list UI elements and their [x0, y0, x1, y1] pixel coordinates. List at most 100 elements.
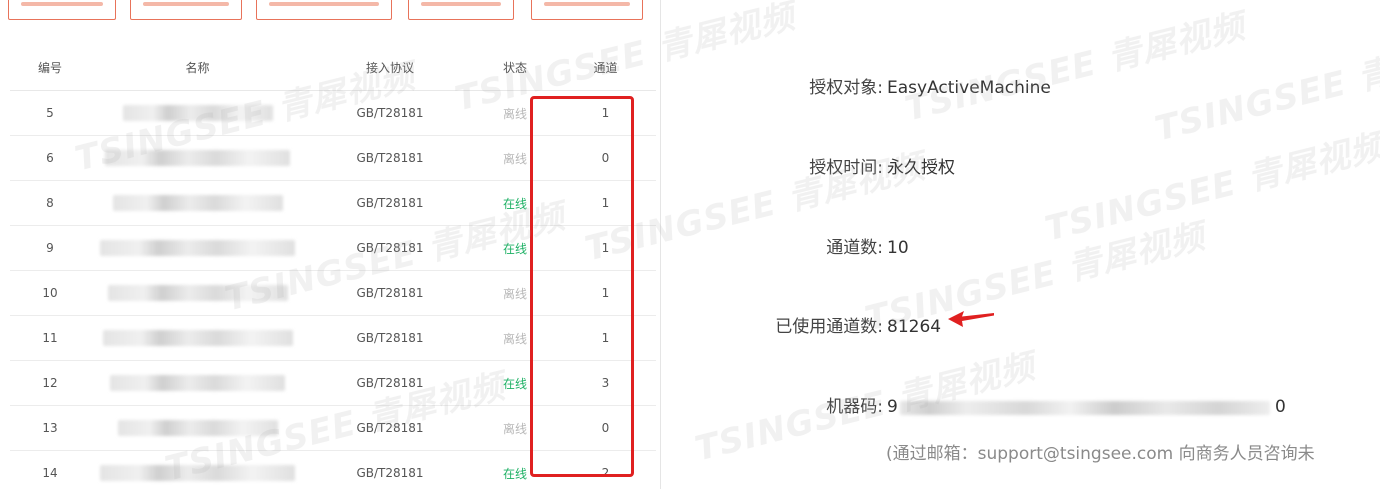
cell-id: 5 — [10, 91, 90, 136]
cell-protocol: GB/T28181 — [305, 226, 475, 271]
table-header-row: 编号 名称 接入协议 状态 通道 — [10, 44, 656, 91]
cell-id: 12 — [10, 361, 90, 406]
license-info-panel: 授权对象: EasyActiveMachine 授权时间: 永久授权 通道数: … — [660, 0, 1380, 489]
cell-name-redacted — [90, 451, 305, 495]
cell-id: 13 — [10, 406, 90, 451]
license-channels-row: 通道数: 10 — [660, 234, 1380, 262]
button-label-obscured — [421, 2, 501, 6]
table-row[interactable]: 12 GB/T28181在线3 — [10, 361, 656, 406]
license-channels-label: 通道数: — [826, 234, 883, 262]
redacted-name — [113, 195, 283, 211]
machine-code-row: 机器码: 9 0 — [660, 393, 1380, 421]
table-row[interactable]: 5 GB/T28181离线1 — [10, 91, 656, 136]
cell-status: 离线 — [475, 91, 555, 136]
column-header-protocol[interactable]: 接入协议 — [305, 44, 475, 91]
license-time-label: 授权时间: — [809, 154, 883, 182]
button-label-obscured — [21, 2, 103, 6]
license-time-row: 授权时间: 永久授权 — [660, 154, 1380, 182]
redacted-name — [105, 150, 290, 166]
cell-status: 在线 — [475, 226, 555, 271]
redacted-name — [110, 375, 285, 391]
cell-id: 14 — [10, 451, 90, 495]
redacted-name — [118, 420, 278, 436]
column-header-channels[interactable]: 通道 — [555, 44, 656, 91]
cell-status: 在线 — [475, 451, 555, 495]
license-used-channels-row: 已使用通道数: 81264 — [660, 313, 1380, 341]
cell-channels: 3 — [555, 361, 656, 406]
cell-protocol: GB/T28181 — [305, 136, 475, 181]
device-list-panel: 编号 名称 接入协议 状态 通道 5GB/T28181离线16GB/T28181… — [0, 0, 661, 489]
cell-id: 10 — [10, 271, 90, 316]
toolbar-button-3[interactable] — [256, 0, 392, 20]
cell-protocol: GB/T28181 — [305, 316, 475, 361]
toolbar — [0, 0, 660, 26]
cell-channels: 0 — [555, 136, 656, 181]
table-body: 5GB/T28181离线16GB/T28181离线08GB/T28181在线19… — [10, 91, 656, 495]
cell-id: 9 — [10, 226, 90, 271]
table-row[interactable]: 9 GB/T28181在线1 — [10, 226, 656, 271]
cell-name-redacted — [90, 316, 305, 361]
redacted-name — [108, 285, 288, 301]
cell-status: 在线 — [475, 181, 555, 226]
cell-channels: 1 — [555, 91, 656, 136]
table-row[interactable]: 8 GB/T28181在线1 — [10, 181, 656, 226]
cell-name-redacted — [90, 226, 305, 271]
toolbar-button-2[interactable] — [130, 0, 242, 20]
column-header-name[interactable]: 名称 — [90, 44, 305, 91]
license-target-row: 授权对象: EasyActiveMachine — [660, 74, 1380, 102]
cell-status: 离线 — [475, 136, 555, 181]
cell-channels: 1 — [555, 226, 656, 271]
machine-code-prefix: 9 — [887, 393, 898, 421]
cell-channels: 1 — [555, 271, 656, 316]
license-used-channels-value: 81264 — [887, 313, 941, 341]
cell-channels: 2 — [555, 451, 656, 495]
cell-protocol: GB/T28181 — [305, 451, 475, 495]
toolbar-button-1[interactable] — [8, 0, 116, 20]
cell-protocol: GB/T28181 — [305, 361, 475, 406]
cell-name-redacted — [90, 271, 305, 316]
redacted-name — [103, 330, 293, 346]
toolbar-button-5[interactable] — [531, 0, 643, 20]
cell-protocol: GB/T28181 — [305, 271, 475, 316]
cell-protocol: GB/T28181 — [305, 181, 475, 226]
machine-code-redacted — [900, 401, 1270, 415]
redacted-name — [100, 240, 295, 256]
table-row[interactable]: 6 GB/T28181离线0 — [10, 136, 656, 181]
cell-protocol: GB/T28181 — [305, 91, 475, 136]
table-row[interactable]: 14 GB/T28181在线2 — [10, 451, 656, 495]
cell-name-redacted — [90, 181, 305, 226]
button-label-obscured — [269, 2, 379, 6]
machine-code-label: 机器码: — [826, 393, 883, 421]
table-row[interactable]: 11 GB/T28181离线1 — [10, 316, 656, 361]
column-header-status[interactable]: 状态 — [475, 44, 555, 91]
table-row[interactable]: 13 GB/T28181离线0 — [10, 406, 656, 451]
device-table: 编号 名称 接入协议 状态 通道 5GB/T28181离线16GB/T28181… — [10, 44, 656, 495]
license-channels-value: 10 — [887, 234, 909, 262]
red-arrow-annotation — [946, 308, 998, 330]
contact-email-note: (通过邮箱：support@tsingsee.com 向商务人员咨询未 — [886, 440, 1315, 468]
table-row[interactable]: 10 GB/T28181离线1 — [10, 271, 656, 316]
cell-id: 6 — [10, 136, 90, 181]
cell-status: 离线 — [475, 271, 555, 316]
cell-name-redacted — [90, 136, 305, 181]
cell-protocol: GB/T28181 — [305, 406, 475, 451]
column-header-id[interactable]: 编号 — [10, 44, 90, 91]
cell-name-redacted — [90, 91, 305, 136]
button-label-obscured — [143, 2, 229, 6]
cell-channels: 1 — [555, 316, 656, 361]
license-time-value: 永久授权 — [887, 154, 955, 182]
cell-id: 11 — [10, 316, 90, 361]
cell-channels: 1 — [555, 181, 656, 226]
cell-channels: 0 — [555, 406, 656, 451]
cell-status: 离线 — [475, 406, 555, 451]
cell-id: 8 — [10, 181, 90, 226]
button-label-obscured — [544, 2, 630, 6]
cell-status: 在线 — [475, 361, 555, 406]
license-target-value: EasyActiveMachine — [887, 74, 1051, 102]
license-used-channels-label: 已使用通道数: — [775, 313, 883, 341]
cell-status: 离线 — [475, 316, 555, 361]
cell-name-redacted — [90, 406, 305, 451]
toolbar-button-4[interactable] — [408, 0, 514, 20]
cell-name-redacted — [90, 361, 305, 406]
machine-code-suffix: 0 — [1275, 393, 1286, 421]
